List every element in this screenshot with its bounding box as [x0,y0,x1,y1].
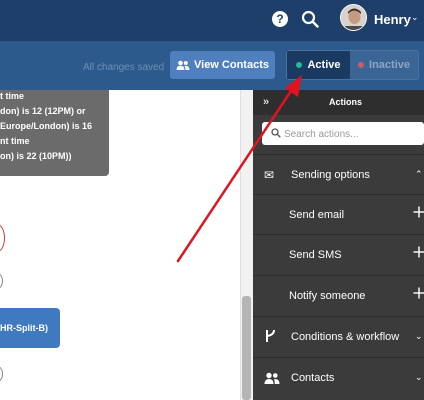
annotation-arrow [176,75,302,263]
